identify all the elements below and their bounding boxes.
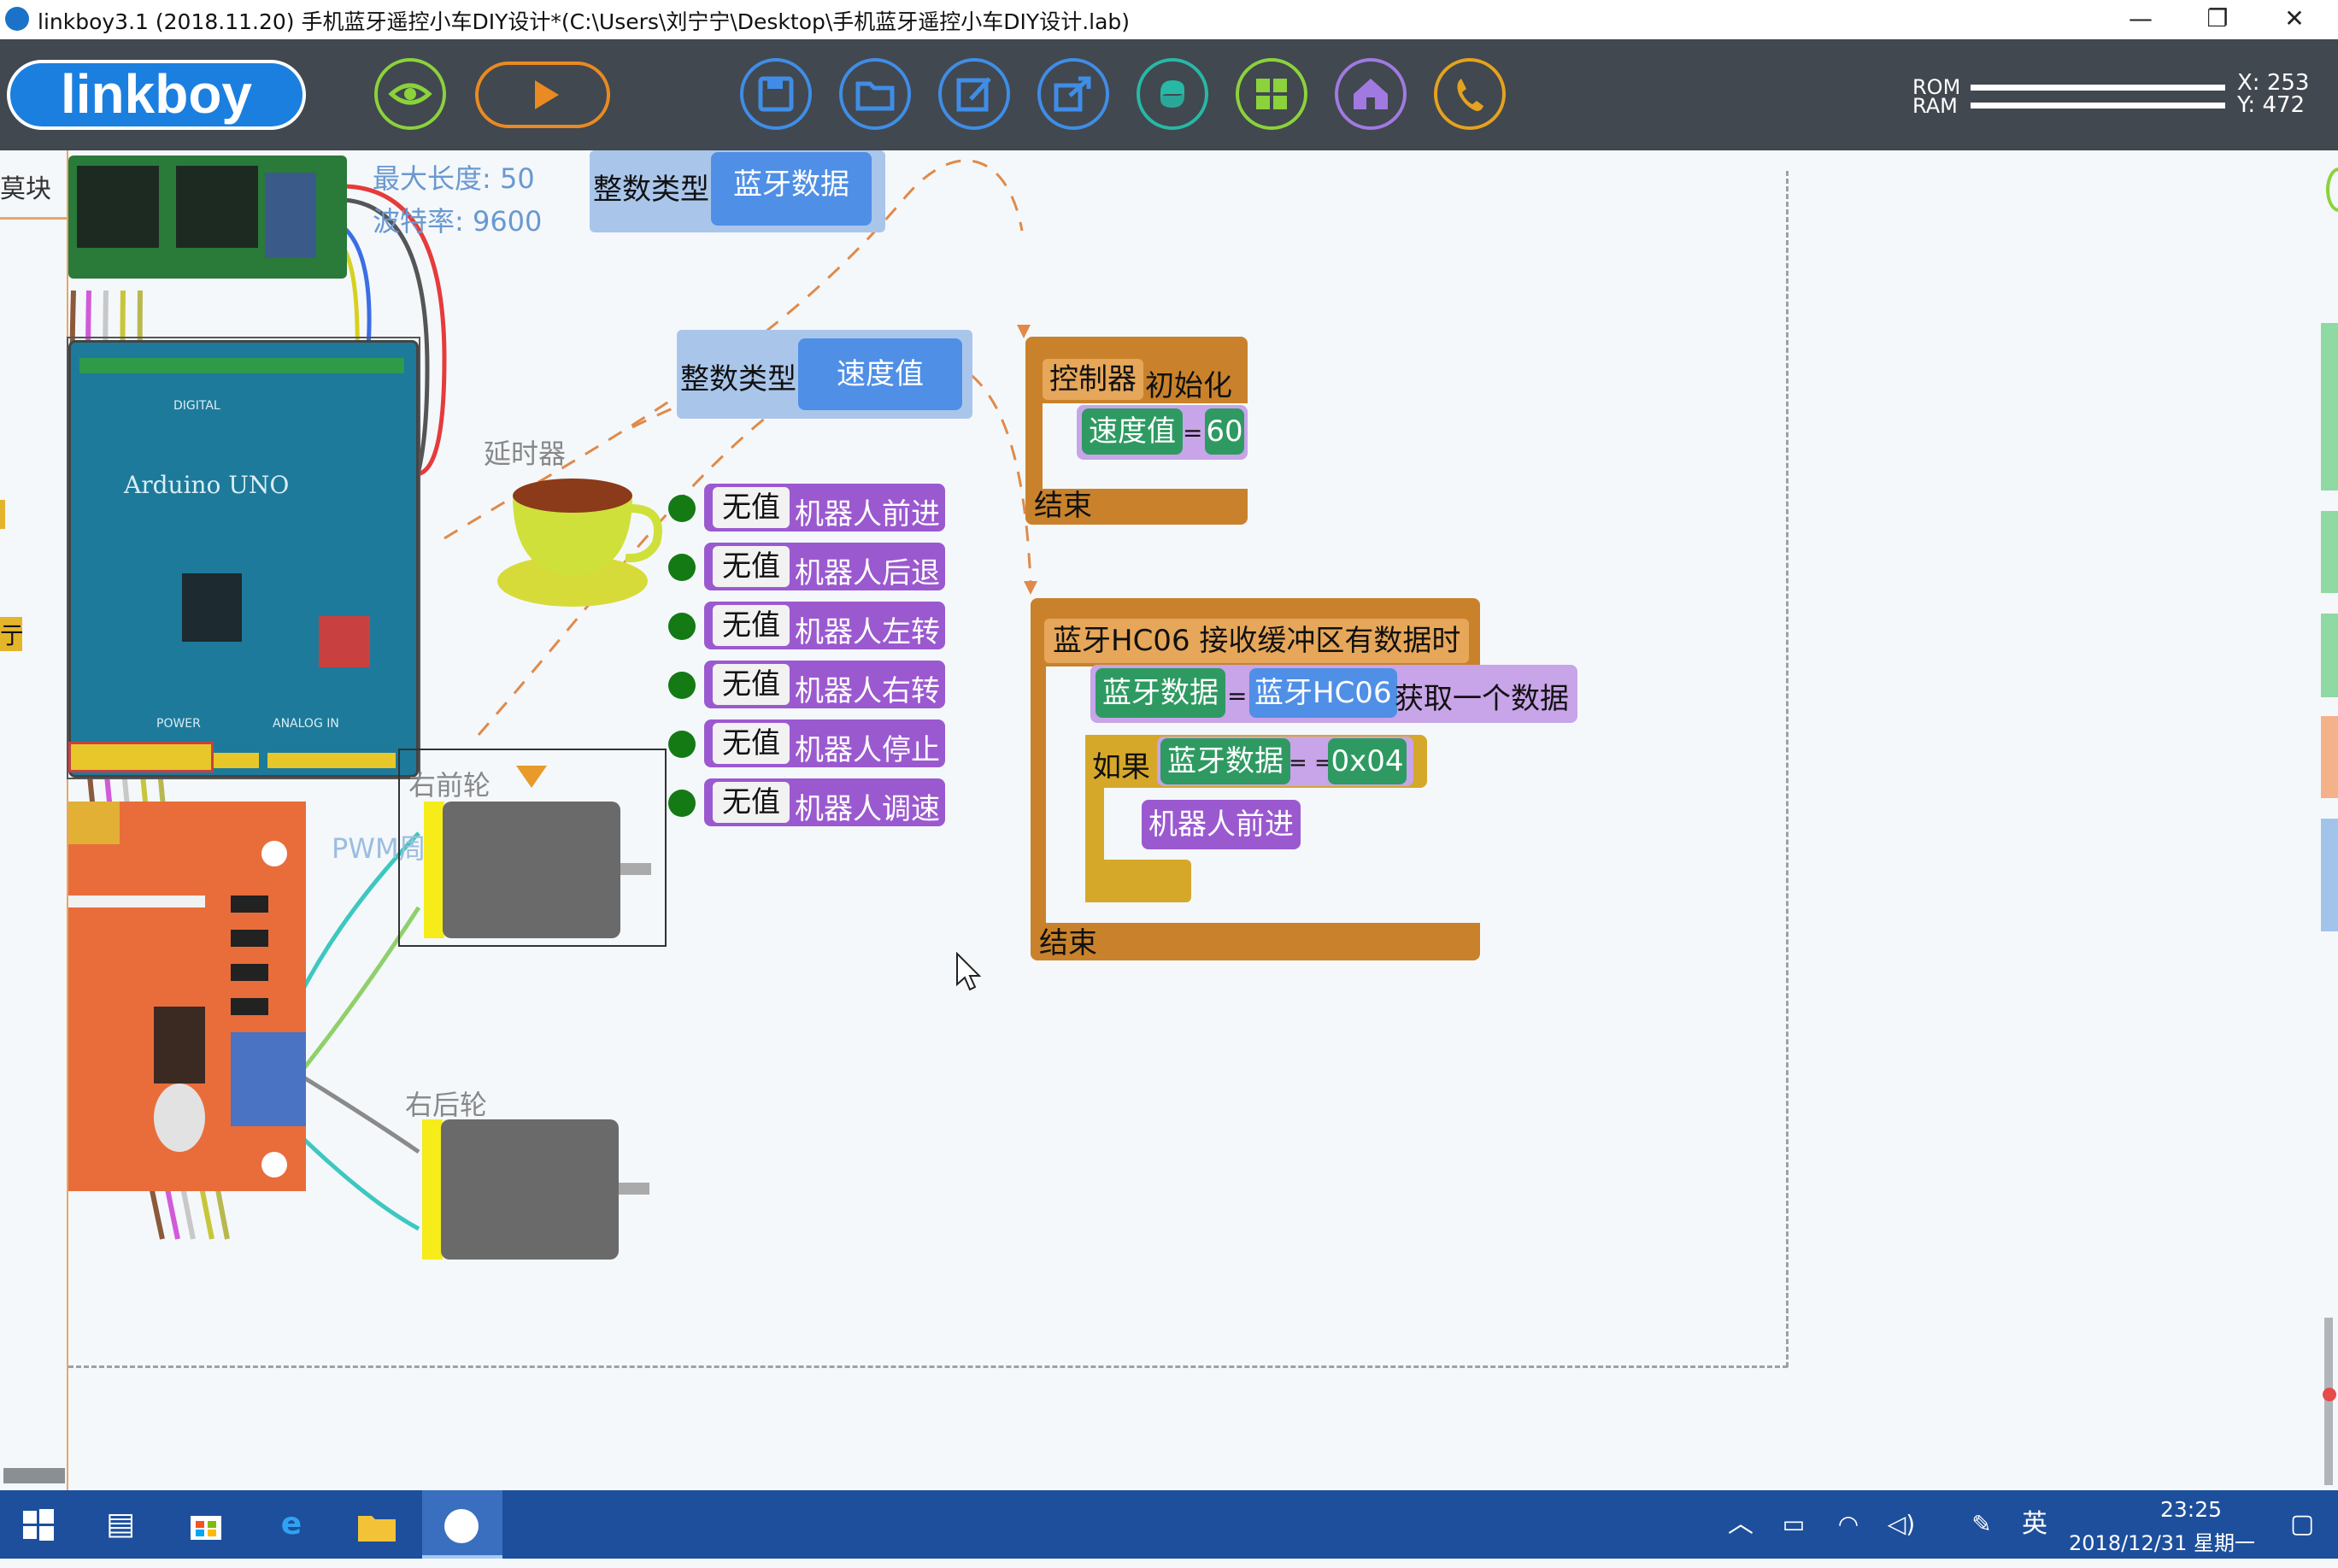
action-robot-forward[interactable]: 机器人前进 [1142, 800, 1301, 849]
bt-end-label: 结束 [1039, 926, 1097, 960]
return-type-none: 无值 [713, 605, 790, 646]
init-end-label: 结束 [1034, 489, 1092, 523]
function-item[interactable]: 无值 机器人前进 [667, 484, 957, 533]
cond-var[interactable]: 蓝牙数据 [1160, 738, 1290, 784]
bt-device[interactable]: 蓝牙HC06 [1249, 668, 1397, 718]
bluetooth-module[interactable] [68, 156, 347, 279]
cond-value[interactable]: 0x04 [1328, 738, 1407, 784]
function-port-dot[interactable] [668, 495, 696, 522]
function-item[interactable]: 无值 机器人右转 [667, 661, 957, 710]
bt-event-header: 蓝牙HC06 接收缓冲区有数据时 [1044, 619, 1470, 663]
assign-op: = [1227, 682, 1248, 710]
function-item[interactable]: 无值 机器人调速 [667, 778, 957, 828]
function-port-dot[interactable] [668, 554, 696, 581]
function-name: 机器人右转 [795, 674, 940, 708]
function-name: 机器人后退 [795, 556, 940, 590]
return-type-none: 无值 [713, 664, 790, 705]
function-list: 无值 机器人前进 无值 机器人后退 无值 机器人左转 无值 机器人右转 无值 机器人停止 无值 机器人… [667, 484, 957, 828]
return-type-none: 无值 [713, 723, 790, 764]
store-icon[interactable] [167, 1490, 244, 1559]
linkboy-taskbar-icon [444, 1509, 479, 1543]
function-name: 机器人调速 [795, 792, 940, 826]
function-port-dot[interactable] [668, 672, 696, 699]
get-one-data[interactable]: 获取一个数据 [1395, 675, 1569, 717]
function-port-dot[interactable] [668, 613, 696, 640]
front-right-motor[interactable] [424, 802, 651, 938]
function-item[interactable]: 无值 机器人后退 [667, 543, 957, 592]
function-item[interactable]: 无值 机器人停止 [667, 719, 957, 769]
volume-icon[interactable]: ◁) [1880, 1490, 1923, 1559]
function-name: 机器人左转 [795, 615, 940, 649]
mouse-cursor-icon [956, 952, 981, 991]
speed-var[interactable]: 速度值 [1082, 408, 1183, 455]
if-label: 如果 [1092, 750, 1150, 784]
assign-speed-block[interactable]: 速度值 = 60 [1077, 405, 1248, 460]
bt-baud-rate: 波特率: 9600 [373, 205, 543, 238]
function-item[interactable]: 无值 机器人左转 [667, 602, 957, 651]
bt-data-var[interactable]: 蓝牙数据 [1096, 668, 1225, 718]
ime-indicator[interactable]: 英 [2013, 1490, 2056, 1559]
function-port-dot[interactable] [668, 731, 696, 758]
controller-label: 控制器 [1043, 359, 1143, 400]
driver-top-strip [68, 802, 120, 844]
motor-driver[interactable] [68, 802, 306, 1191]
int-type-label: 整数类型 [680, 362, 796, 396]
teacup-icon[interactable] [496, 470, 667, 615]
delayer-label: 延时器 [484, 438, 567, 470]
wifi-icon[interactable]: ◠ [1827, 1490, 1870, 1559]
var-speed[interactable]: 速度值 [798, 338, 962, 410]
if-block[interactable]: 如果 蓝牙数据 = = 0x04 机器人前进 [1085, 735, 1427, 902]
function-name: 机器人前进 [795, 497, 940, 531]
return-type-none: 无值 [713, 546, 790, 587]
init-event-block[interactable]: 控制器 初始化 速度值 = 60 结束 [1025, 337, 1248, 525]
rear-right-wheel-label: 右后轮 [405, 1089, 488, 1121]
bt-event-block[interactable]: 蓝牙HC06 接收缓冲区有数据时 蓝牙数据 = 蓝牙HC06 获取一个数据 如果… [1031, 598, 1577, 960]
return-type-none: 无值 [713, 782, 790, 823]
windows-start-icon[interactable] [0, 1490, 77, 1559]
file-explorer-icon[interactable] [338, 1490, 415, 1559]
edge-browser-icon[interactable]: e [253, 1490, 330, 1559]
eqeq-op: = = [1289, 750, 1333, 776]
function-port-dot[interactable] [668, 790, 696, 817]
board-select-frame [67, 337, 420, 779]
bt-max-length: 最大长度: 50 [373, 162, 535, 195]
function-name: 机器人停止 [795, 733, 940, 767]
pen-icon[interactable]: ✎ [1960, 1490, 2003, 1559]
rear-right-motor[interactable] [422, 1119, 653, 1260]
battery-icon[interactable]: ▭ [1772, 1490, 1815, 1559]
clock-time[interactable]: 23:25 [2123, 1497, 2259, 1522]
speed-value[interactable]: 60 [1205, 408, 1244, 455]
assign-bt-block[interactable]: 蓝牙数据 = 蓝牙HC06 获取一个数据 [1090, 665, 1577, 723]
return-type-none: 无值 [713, 487, 790, 528]
taskbar: ▤ e ︿ ▭ ◠ ◁) ✎ 英 23:25 2018/12/31 星期一 ▢ [0, 1490, 2338, 1559]
task-view-icon[interactable]: ▤ [82, 1490, 159, 1559]
tray-chevron-icon[interactable]: ︿ [1719, 1490, 1762, 1559]
notification-icon[interactable]: ▢ [2276, 1490, 2328, 1559]
assign-op: = [1183, 419, 1203, 447]
linkboy-task-button[interactable] [422, 1490, 502, 1559]
var-bt-data[interactable]: 蓝牙数据 [711, 152, 872, 226]
int-type-label: 整数类型 [593, 173, 709, 207]
condition-block[interactable]: 蓝牙数据 = = 0x04 [1157, 737, 1413, 786]
init-label: 初始化 [1145, 369, 1232, 403]
var-decl-bt-data[interactable]: 整数类型 蓝牙数据 [590, 150, 885, 232]
var-decl-speed[interactable]: 整数类型 速度值 [677, 330, 972, 419]
clock-date[interactable]: 2018/12/31 星期一 [2059, 1526, 2265, 1556]
